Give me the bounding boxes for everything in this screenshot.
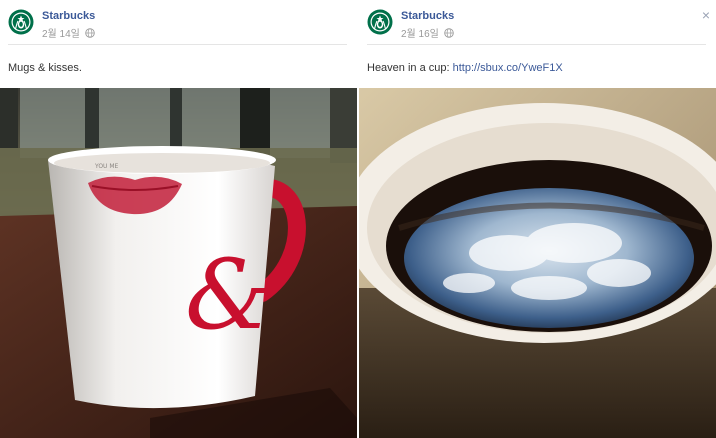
- globe-icon: [85, 27, 95, 38]
- post-caption: Mugs & kisses.: [8, 62, 82, 74]
- post-header: Starbucks 2월 14일: [8, 0, 347, 45]
- post-meta: 2월 14일: [42, 25, 95, 40]
- feed-post-coffee: Starbucks 2월 16일 × Heaven in a cup: http…: [359, 0, 716, 438]
- starbucks-logo[interactable]: [367, 9, 393, 35]
- caption-text: Heaven in a cup:: [367, 62, 453, 74]
- post-photo-mug[interactable]: YOU ME &: [0, 88, 357, 438]
- mug-ampersand: &: [185, 239, 270, 351]
- post-caption: Heaven in a cup: http://sbux.co/YweF1X: [367, 62, 563, 74]
- post-date[interactable]: 2월 14일: [42, 25, 80, 40]
- globe-icon: [444, 27, 454, 38]
- post-date[interactable]: 2월 16일: [401, 25, 439, 40]
- starbucks-logo[interactable]: [8, 9, 34, 35]
- page-name-link[interactable]: Starbucks: [42, 10, 95, 22]
- close-icon[interactable]: ×: [702, 8, 710, 22]
- feed-post-mugs: Starbucks 2월 14일 Mugs & kisses. YOU ME &: [0, 0, 357, 438]
- post-header: Starbucks 2월 16일 ×: [367, 0, 710, 45]
- post-meta: 2월 16일: [401, 25, 454, 40]
- page-name-link[interactable]: Starbucks: [401, 10, 454, 22]
- caption-text: Mugs & kisses.: [8, 62, 82, 74]
- post-photo-coffee[interactable]: [359, 88, 716, 438]
- mug-print-text: YOU ME: [94, 163, 119, 170]
- caption-link[interactable]: http://sbux.co/YweF1X: [453, 62, 563, 74]
